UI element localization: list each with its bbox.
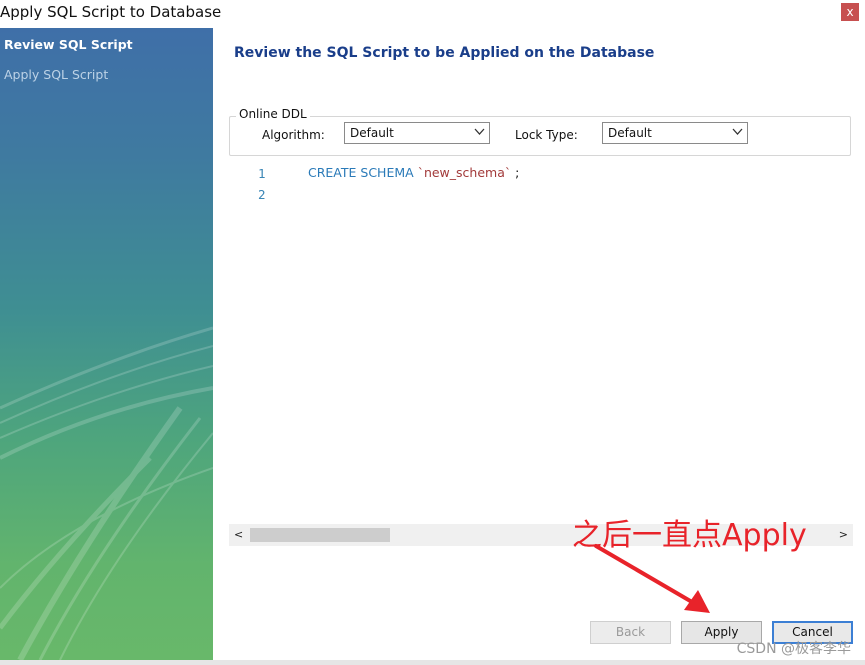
back-button[interactable]: Back (590, 621, 671, 644)
scroll-left-arrow[interactable]: < (234, 528, 243, 541)
wizard-sidebar: Review SQL Script Apply SQL Script (0, 28, 213, 660)
sql-keyword: CREATE SCHEMA (308, 165, 414, 180)
lock-type-select-value: Default (608, 126, 652, 140)
watermark: CSDN @极客李华 (736, 641, 851, 657)
sidebar-decoration (0, 326, 213, 660)
close-button[interactable]: x (841, 3, 859, 21)
page-title: Review the SQL Script to be Applied on t… (234, 45, 655, 61)
scroll-right-arrow[interactable]: > (839, 528, 848, 541)
window-title: Apply SQL Script to Database (0, 3, 222, 21)
chevron-down-icon (732, 128, 743, 135)
annotation-arrow (594, 544, 710, 613)
sidebar-item-review-sql-script[interactable]: Review SQL Script (4, 37, 133, 52)
bottom-strip (0, 660, 865, 665)
algorithm-select[interactable]: Default (344, 122, 490, 144)
algorithm-select-value: Default (350, 126, 394, 140)
sql-terminator: ; (515, 165, 520, 180)
title-bar: Apply SQL Script to Database x (0, 0, 865, 28)
lock-type-label: Lock Type: (515, 128, 578, 142)
lock-type-select[interactable]: Default (602, 122, 748, 144)
scroll-thumb[interactable] (250, 528, 390, 542)
algorithm-label: Algorithm: (262, 128, 325, 142)
chevron-down-icon (474, 128, 485, 135)
online-ddl-legend: Online DDL (236, 107, 310, 121)
sql-identifier: `new_schema` (417, 165, 512, 180)
sql-editor[interactable] (229, 158, 853, 524)
sidebar-item-apply-sql-script[interactable]: Apply SQL Script (4, 67, 108, 82)
code-line: CREATE SCHEMA `new_schema` ; (308, 165, 519, 180)
line-number: 2 (258, 187, 266, 202)
line-number: 1 (258, 166, 266, 181)
